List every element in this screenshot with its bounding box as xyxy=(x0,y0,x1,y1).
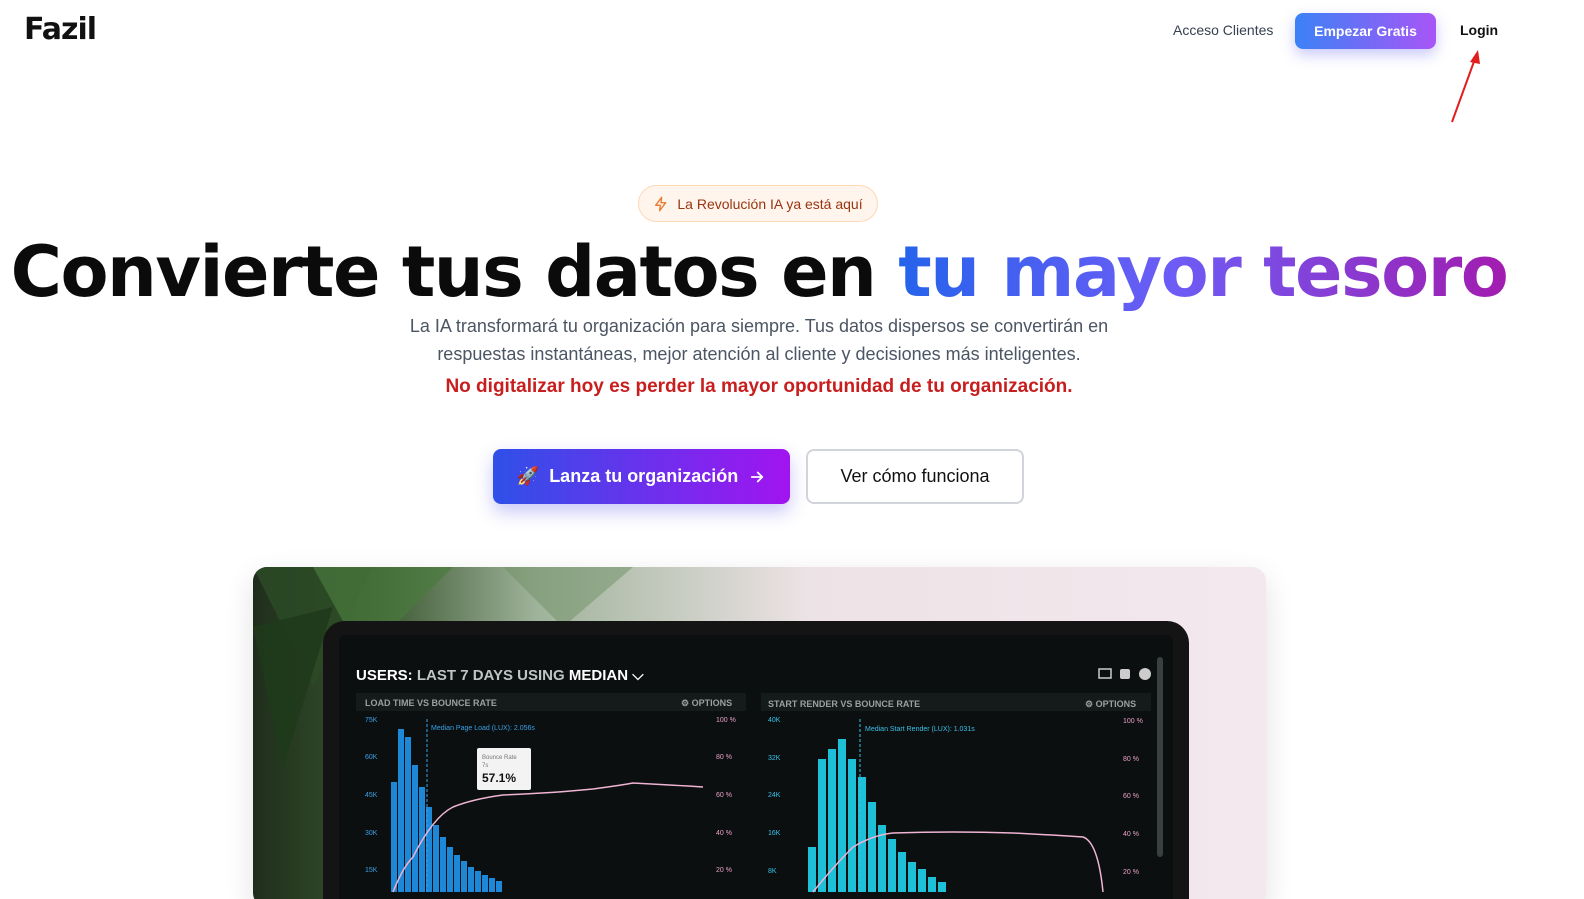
nav-login[interactable]: Login xyxy=(1460,22,1498,38)
hero-dashboard-image: USERS: LAST 7 DAYS USING MEDIAN ⌵ LOAD T… xyxy=(253,567,1266,899)
right-y-tick: 40K xyxy=(768,717,781,724)
svg-text:⚙ OPTIONS: ⚙ OPTIONS xyxy=(681,698,732,708)
nav-acceso-clientes[interactable]: Acceso Clientes xyxy=(1173,22,1273,38)
page-title: Convierte tus datos en tu mayor tesoro xyxy=(0,232,1518,312)
right-y2-tick: 100 % xyxy=(1123,718,1143,725)
launch-organization-button[interactable]: 🚀 Lanza tu organización xyxy=(493,449,790,504)
right-y2-tick: 60 % xyxy=(1123,793,1139,800)
left-y-tick: 60K xyxy=(365,754,378,761)
right-y2-tick: 20 % xyxy=(1123,869,1139,876)
launch-button-label: Lanza tu organización xyxy=(549,466,739,486)
left-y-tick: 30K xyxy=(365,830,378,837)
title-highlight: tu mayor tesoro xyxy=(898,231,1509,313)
tooltip-sub: 7s xyxy=(482,763,488,769)
tooltip-value: 57.1% xyxy=(482,771,516,785)
svg-text:USERS: LAST 7 DAYS USING MEDIA: USERS: LAST 7 DAYS USING MEDIAN ⌵ xyxy=(356,667,644,684)
arrow-right-icon xyxy=(751,471,764,482)
svg-text:⚙ OPTIONS: ⚙ OPTIONS xyxy=(1085,699,1136,709)
left-panel-title: LOAD TIME VS BOUNCE RATE xyxy=(365,698,497,708)
dashboard-header-mid: USING xyxy=(517,667,565,684)
ai-revolution-badge: La Revolución IA ya está aquí xyxy=(638,185,878,222)
left-y2-tick: 100 % xyxy=(716,717,736,724)
dashboard-header-prefix: USERS: xyxy=(356,667,413,684)
right-y-tick: 32K xyxy=(768,755,781,762)
right-y-tick: 8K xyxy=(768,868,777,875)
left-y-tick: 45K xyxy=(365,792,378,799)
dashboard-header-range: LAST 7 DAYS xyxy=(417,667,513,684)
right-panel-options: OPTIONS xyxy=(1096,699,1137,709)
empezar-gratis-button[interactable]: Empezar Gratis xyxy=(1295,13,1436,49)
rocket-icon: 🚀 xyxy=(516,466,540,486)
right-y-tick: 24K xyxy=(768,792,781,799)
hero-alert: No digitalizar hoy es perder la mayor op… xyxy=(445,376,1073,397)
left-y-tick: 75K xyxy=(365,717,378,724)
lightning-icon xyxy=(655,196,667,211)
hero-subtitle: La IA transformará tu organización para … xyxy=(409,316,1109,364)
right-panel-title: START RENDER VS BOUNCE RATE xyxy=(768,699,920,709)
title-plain: Convierte tus datos en xyxy=(10,231,877,313)
left-y2-tick: 80 % xyxy=(716,754,732,761)
left-y2-tick: 20 % xyxy=(716,867,732,874)
how-it-works-button[interactable]: Ver cómo funciona xyxy=(806,449,1024,504)
left-y2-tick: 60 % xyxy=(716,792,732,799)
left-marker-label: Median Page Load (LUX): 2.056s xyxy=(431,725,535,732)
dashboard-illustration: USERS: LAST 7 DAYS USING MEDIAN ⌵ LOAD T… xyxy=(253,567,1189,899)
right-y2-tick: 40 % xyxy=(1123,831,1139,838)
right-marker-label: Median Start Render (LUX): 1.031s xyxy=(865,726,975,733)
brand-logo[interactable]: Fazil xyxy=(24,12,97,47)
annotation-arrow-icon xyxy=(1451,50,1480,123)
right-y2-tick: 80 % xyxy=(1123,756,1139,763)
left-y2-tick: 40 % xyxy=(716,830,732,837)
left-panel-options: OPTIONS xyxy=(692,698,733,708)
left-y-tick: 15K xyxy=(365,867,378,874)
right-y-tick: 16K xyxy=(768,830,781,837)
tooltip-label: Bounce Rate xyxy=(482,755,517,761)
dashboard-header-stat: MEDIAN xyxy=(569,667,628,684)
badge-label: La Revolución IA ya está aquí xyxy=(677,195,863,212)
